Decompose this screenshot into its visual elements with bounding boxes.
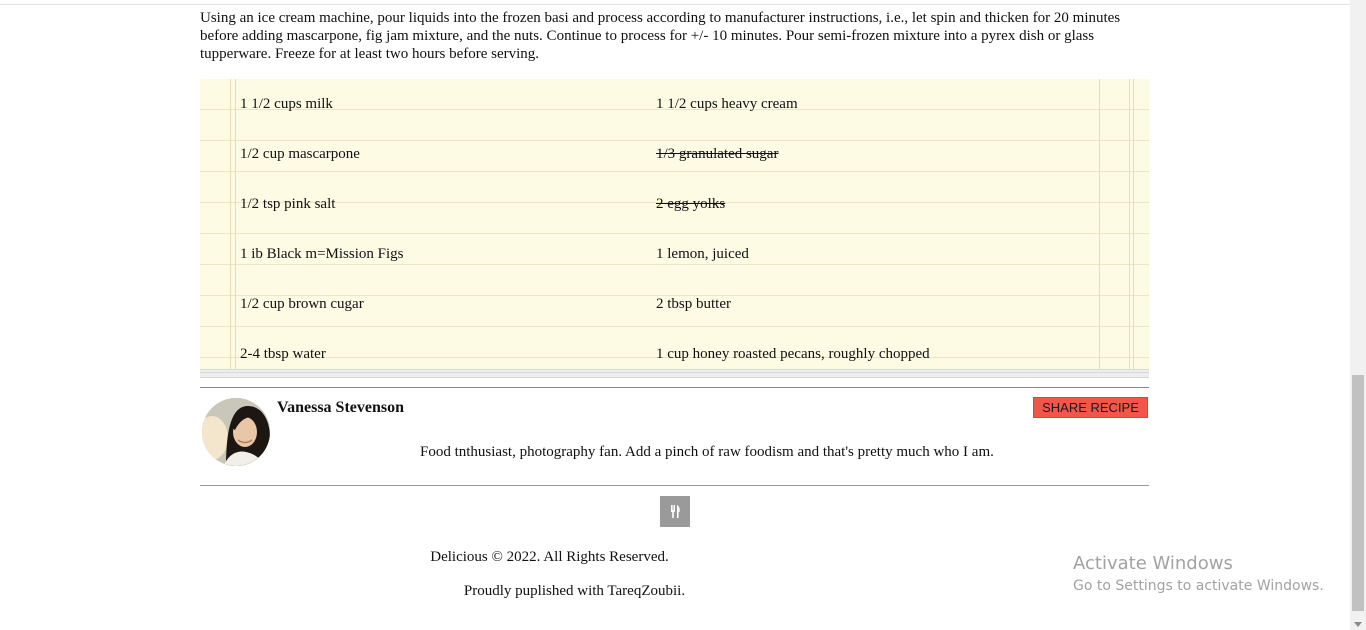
windows-activation-watermark: Activate Windows Go to Settings to activ… (1073, 553, 1324, 596)
ingredient-item: 1 1/2 cups milk (240, 96, 333, 112)
ingredient-item: 1/2 cup brown cugar (240, 296, 364, 312)
footer-copyright-text: Delicious © 2022. All Rights Reserved. (430, 549, 669, 565)
watermark-title: Activate Windows (1073, 553, 1233, 574)
author-avatar (202, 398, 270, 466)
notebook-margin-line (230, 79, 231, 370)
ingredient-item: 1/2 cup mascarpone (240, 146, 360, 162)
author-name: Vanessa Stevenson (277, 399, 404, 416)
share-recipe-button[interactable]: SHARE RECIPE (1033, 397, 1148, 418)
vertical-scrollbar[interactable] (1350, 0, 1366, 630)
footer-published: Proudly puplished with TareqZoubii. (200, 582, 1149, 600)
ingredient-item: 2 egg yolks (656, 196, 726, 212)
author-top-divider (200, 387, 1149, 388)
notebook-margin-line (1099, 79, 1100, 370)
footer-published-text: Proudly puplished with TareqZoubii. (463, 583, 686, 599)
scrollbar-thumb[interactable] (1352, 375, 1364, 611)
author-bio: Food tnthusiast, photography fan. Add a … (420, 444, 994, 460)
ingredient-item: 2 tbsp butter (656, 296, 731, 312)
notebook-margin-line (1133, 79, 1134, 370)
ingredient-item: 1 cup honey roasted pecans, roughly chop… (656, 346, 930, 362)
ingredient-item: 1 1/2 cups heavy cream (656, 96, 798, 112)
footer-copyright: Delicious © 2022. All Rights Reserved. (200, 548, 1149, 566)
avatar-photo-icon (202, 398, 270, 466)
ingredient-item: 1 lemon, juiced (656, 246, 749, 262)
ingredient-item: 1 ib Black m=Mission Figs (240, 246, 404, 262)
recipe-instructions: Using an ice cream machine, pour liquids… (200, 10, 1121, 62)
ingredients-notebook: 1 1/2 cups milk 1/2 cup mascarpone 1/2 tsp… (200, 79, 1149, 370)
notebook-margin-line (1129, 79, 1130, 370)
top-divider (0, 4, 1350, 5)
fork-knife-glyph (671, 505, 680, 518)
watermark-subtitle: Go to Settings to activate Windows. (1073, 578, 1324, 594)
author-bottom-divider (200, 485, 1149, 486)
notebook-page-edge (200, 369, 1149, 378)
ingredient-item: 1/3 granulated sugar (656, 146, 779, 162)
notebook-margin-line (235, 79, 236, 370)
ingredient-item: 2-4 tbsp water (240, 346, 326, 362)
fork-knife-icon[interactable] (660, 496, 690, 527)
scroll-down-arrow-icon[interactable] (1354, 622, 1362, 627)
ingredient-item: 1/2 tsp pink salt (240, 196, 336, 212)
